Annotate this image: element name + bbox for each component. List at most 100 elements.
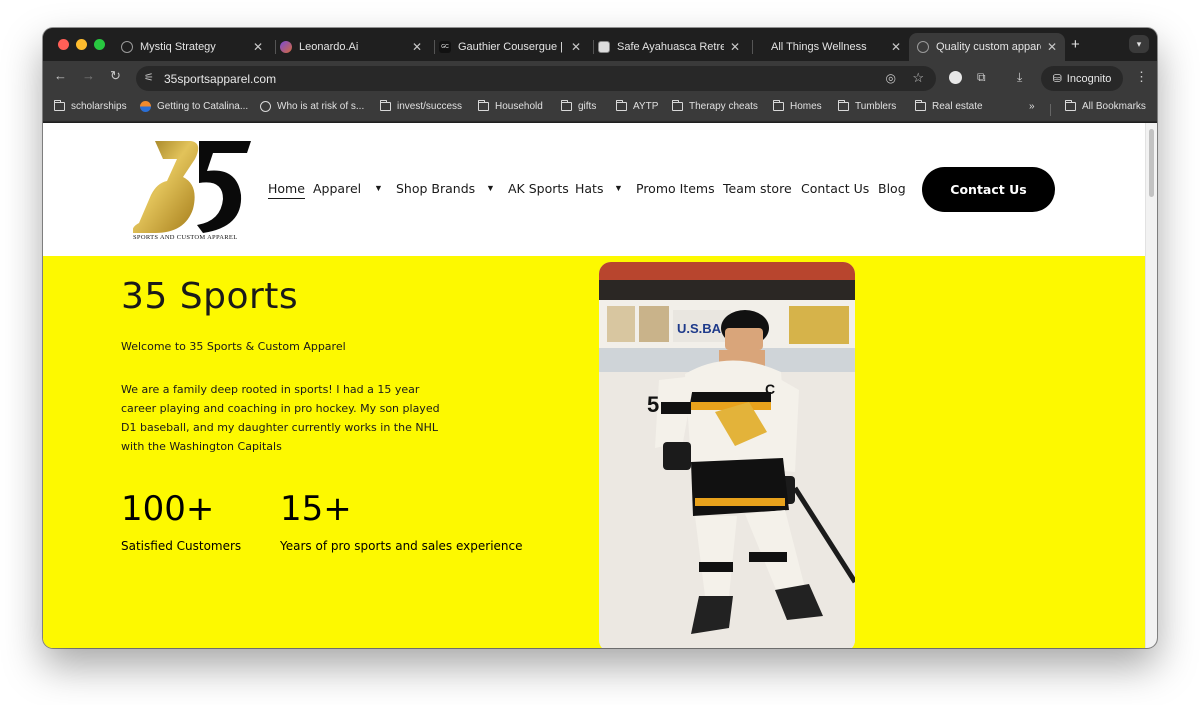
scrollbar-thumb[interactable]: [1149, 129, 1154, 197]
site-header: SPORTS AND CUSTOM APPAREL Home Apparel ▼…: [43, 123, 1145, 256]
bookmark-invest-success[interactable]: invest/success: [379, 100, 462, 112]
close-tab-icon[interactable]: ✕: [571, 40, 581, 54]
nav-home[interactable]: Home: [268, 181, 305, 199]
rink-sign-text: U.S.BA: [677, 321, 722, 336]
download-icon[interactable]: ⤓: [1017, 70, 1022, 85]
stat-years-value: 15+: [280, 489, 352, 529]
globe-icon: [917, 41, 929, 53]
bookmark-household[interactable]: Household: [477, 100, 543, 112]
hats-caret-icon[interactable]: ▼: [614, 183, 623, 193]
gc-icon: GC: [439, 41, 451, 53]
tab-mystiq-strategy[interactable]: Mystiq Strategy ✕: [113, 33, 271, 61]
folder-icon: [837, 100, 849, 111]
close-tab-icon[interactable]: ✕: [891, 40, 901, 54]
contact-us-button[interactable]: Contact Us: [922, 167, 1055, 212]
nav-blog[interactable]: Blog: [878, 181, 906, 196]
browser-window: Mystiq Strategy ✕ Leonardo.Ai ✕ GC Gauth…: [43, 28, 1157, 648]
retreat-icon: [598, 41, 610, 53]
bookmark-who-is-at-risk[interactable]: Who is at risk of s...: [260, 101, 364, 112]
maximize-window-button[interactable]: [94, 39, 105, 50]
reload-icon[interactable]: ↻: [110, 68, 121, 84]
jersey-number: 5: [647, 392, 659, 417]
address-bar[interactable]: ⚟ 35sportsapparel.com ◎ ☆: [136, 66, 936, 91]
incognito-icon: ⛁: [1052, 73, 1062, 85]
bookmarks-bar: scholarships Getting to Catalina... Who …: [43, 94, 1157, 122]
stat-years-label: Years of pro sports and sales experience: [280, 539, 523, 553]
bookmarks-separator: [1050, 104, 1051, 116]
leonardo-icon: [280, 41, 292, 53]
bookmarks-overflow-button[interactable]: »: [1029, 101, 1035, 112]
page-scrollbar[interactable]: [1145, 123, 1157, 648]
hockey-player-illustration: U.S.BA 5 C: [599, 262, 855, 648]
close-tab-icon[interactable]: ✕: [730, 40, 740, 54]
nav-promo-items[interactable]: Promo Items: [636, 181, 715, 196]
bookmark-gifts[interactable]: gifts: [560, 100, 596, 112]
hero-body-text: We are a family deep rooted in sports! I…: [121, 383, 440, 453]
extensions-puzzle-icon[interactable]: ⧉: [977, 70, 986, 85]
folder-icon: [772, 100, 784, 111]
nav-ak-sports[interactable]: AK Sports: [508, 181, 569, 196]
bookmark-tumblers[interactable]: Tumblers: [837, 100, 896, 112]
bookmark-homes[interactable]: Homes: [772, 100, 822, 112]
minimize-window-button[interactable]: [76, 39, 87, 50]
shop-brands-caret-icon[interactable]: ▼: [486, 183, 495, 193]
bookmark-star-icon[interactable]: ☆: [912, 70, 924, 86]
eye-off-icon[interactable]: ◎: [886, 71, 896, 85]
hero-welcome-text: Welcome to 35 Sports & Custom Apparel: [121, 340, 346, 353]
close-window-button[interactable]: [58, 39, 69, 50]
all-bookmarks-button[interactable]: All Bookmarks: [1064, 100, 1146, 112]
tab-gauthier-cousergue[interactable]: GC Gauthier Cousergue | B ✕: [431, 33, 589, 61]
site-icon: [140, 101, 151, 112]
new-tab-button[interactable]: +: [1071, 36, 1080, 53]
close-tab-icon[interactable]: ✕: [253, 40, 263, 54]
logo-35-mark: [133, 141, 251, 233]
stat-customers-value: 100+: [121, 489, 215, 529]
nav-hats[interactable]: Hats: [575, 181, 603, 196]
tab-separator: [752, 40, 753, 54]
back-arrow-icon[interactable]: ←: [54, 68, 67, 83]
nav-apparel[interactable]: Apparel: [313, 181, 361, 196]
tab-quality-custom-apparel[interactable]: Quality custom apparel ✕: [909, 33, 1065, 61]
bookmark-getting-to-catalina[interactable]: Getting to Catalina...: [140, 101, 248, 112]
window-controls: [58, 39, 105, 50]
globe-icon: [121, 41, 133, 53]
bookmark-scholarships[interactable]: scholarships: [53, 100, 127, 112]
nav-contact-us[interactable]: Contact Us: [801, 181, 869, 196]
folder-icon: [379, 100, 391, 111]
tab-strip: Mystiq Strategy ✕ Leonardo.Ai ✕ GC Gauth…: [43, 28, 1157, 61]
close-tab-icon[interactable]: ✕: [412, 40, 422, 54]
hero-title: 35 Sports: [121, 276, 299, 317]
folder-icon: [1064, 100, 1076, 111]
folder-icon: [560, 100, 572, 111]
nav-team-store[interactable]: Team store: [723, 181, 792, 196]
stat-customers-label: Satisfied Customers: [121, 539, 242, 553]
apparel-caret-icon[interactable]: ▼: [374, 183, 383, 193]
bookmark-real-estate[interactable]: Real estate: [914, 100, 983, 112]
hero-section: 35 Sports Welcome to 35 Sports & Custom …: [43, 256, 1145, 648]
bookmark-aytp[interactable]: AYTP: [615, 100, 658, 112]
site-logo[interactable]: SPORTS AND CUSTOM APPAREL: [133, 137, 255, 244]
jersey-letter: C: [765, 381, 775, 397]
folder-icon: [477, 100, 489, 111]
tab-search-chevron-icon[interactable]: ▾: [1129, 35, 1149, 53]
extension-s-icon[interactable]: [949, 71, 962, 84]
incognito-indicator[interactable]: ⛁ Incognito: [1041, 66, 1123, 91]
url-text[interactable]: 35sportsapparel.com: [164, 72, 276, 86]
hockey-player-photo: U.S.BA 5 C: [599, 262, 855, 648]
tab-all-things-wellness[interactable]: All Things Wellness ✕: [763, 33, 909, 61]
globe-icon: [260, 101, 271, 112]
folder-icon: [615, 100, 627, 111]
close-tab-icon[interactable]: ✕: [1047, 40, 1057, 54]
logo-tagline: SPORTS AND CUSTOM APPAREL: [133, 234, 238, 241]
forward-arrow-icon[interactable]: →: [82, 68, 95, 83]
folder-icon: [914, 100, 926, 111]
folder-icon: [53, 100, 65, 111]
browser-toolbar: ← → ↻ ⚟ 35sportsapparel.com ◎ ☆ ⧉ ⤓ ⛁ In…: [43, 61, 1157, 94]
tab-safe-ayahuasca-retreat[interactable]: Safe Ayahuasca Retreat ✕: [590, 33, 748, 61]
tab-leonardo-ai[interactable]: Leonardo.Ai ✕: [272, 33, 430, 61]
site-settings-icon[interactable]: ⚟: [144, 71, 154, 84]
nav-shop-brands[interactable]: Shop Brands: [396, 181, 475, 196]
web-page: SPORTS AND CUSTOM APPAREL Home Apparel ▼…: [43, 123, 1145, 648]
browser-menu-icon[interactable]: ⋮: [1135, 69, 1148, 85]
bookmark-therapy-cheats[interactable]: Therapy cheats: [671, 100, 758, 112]
